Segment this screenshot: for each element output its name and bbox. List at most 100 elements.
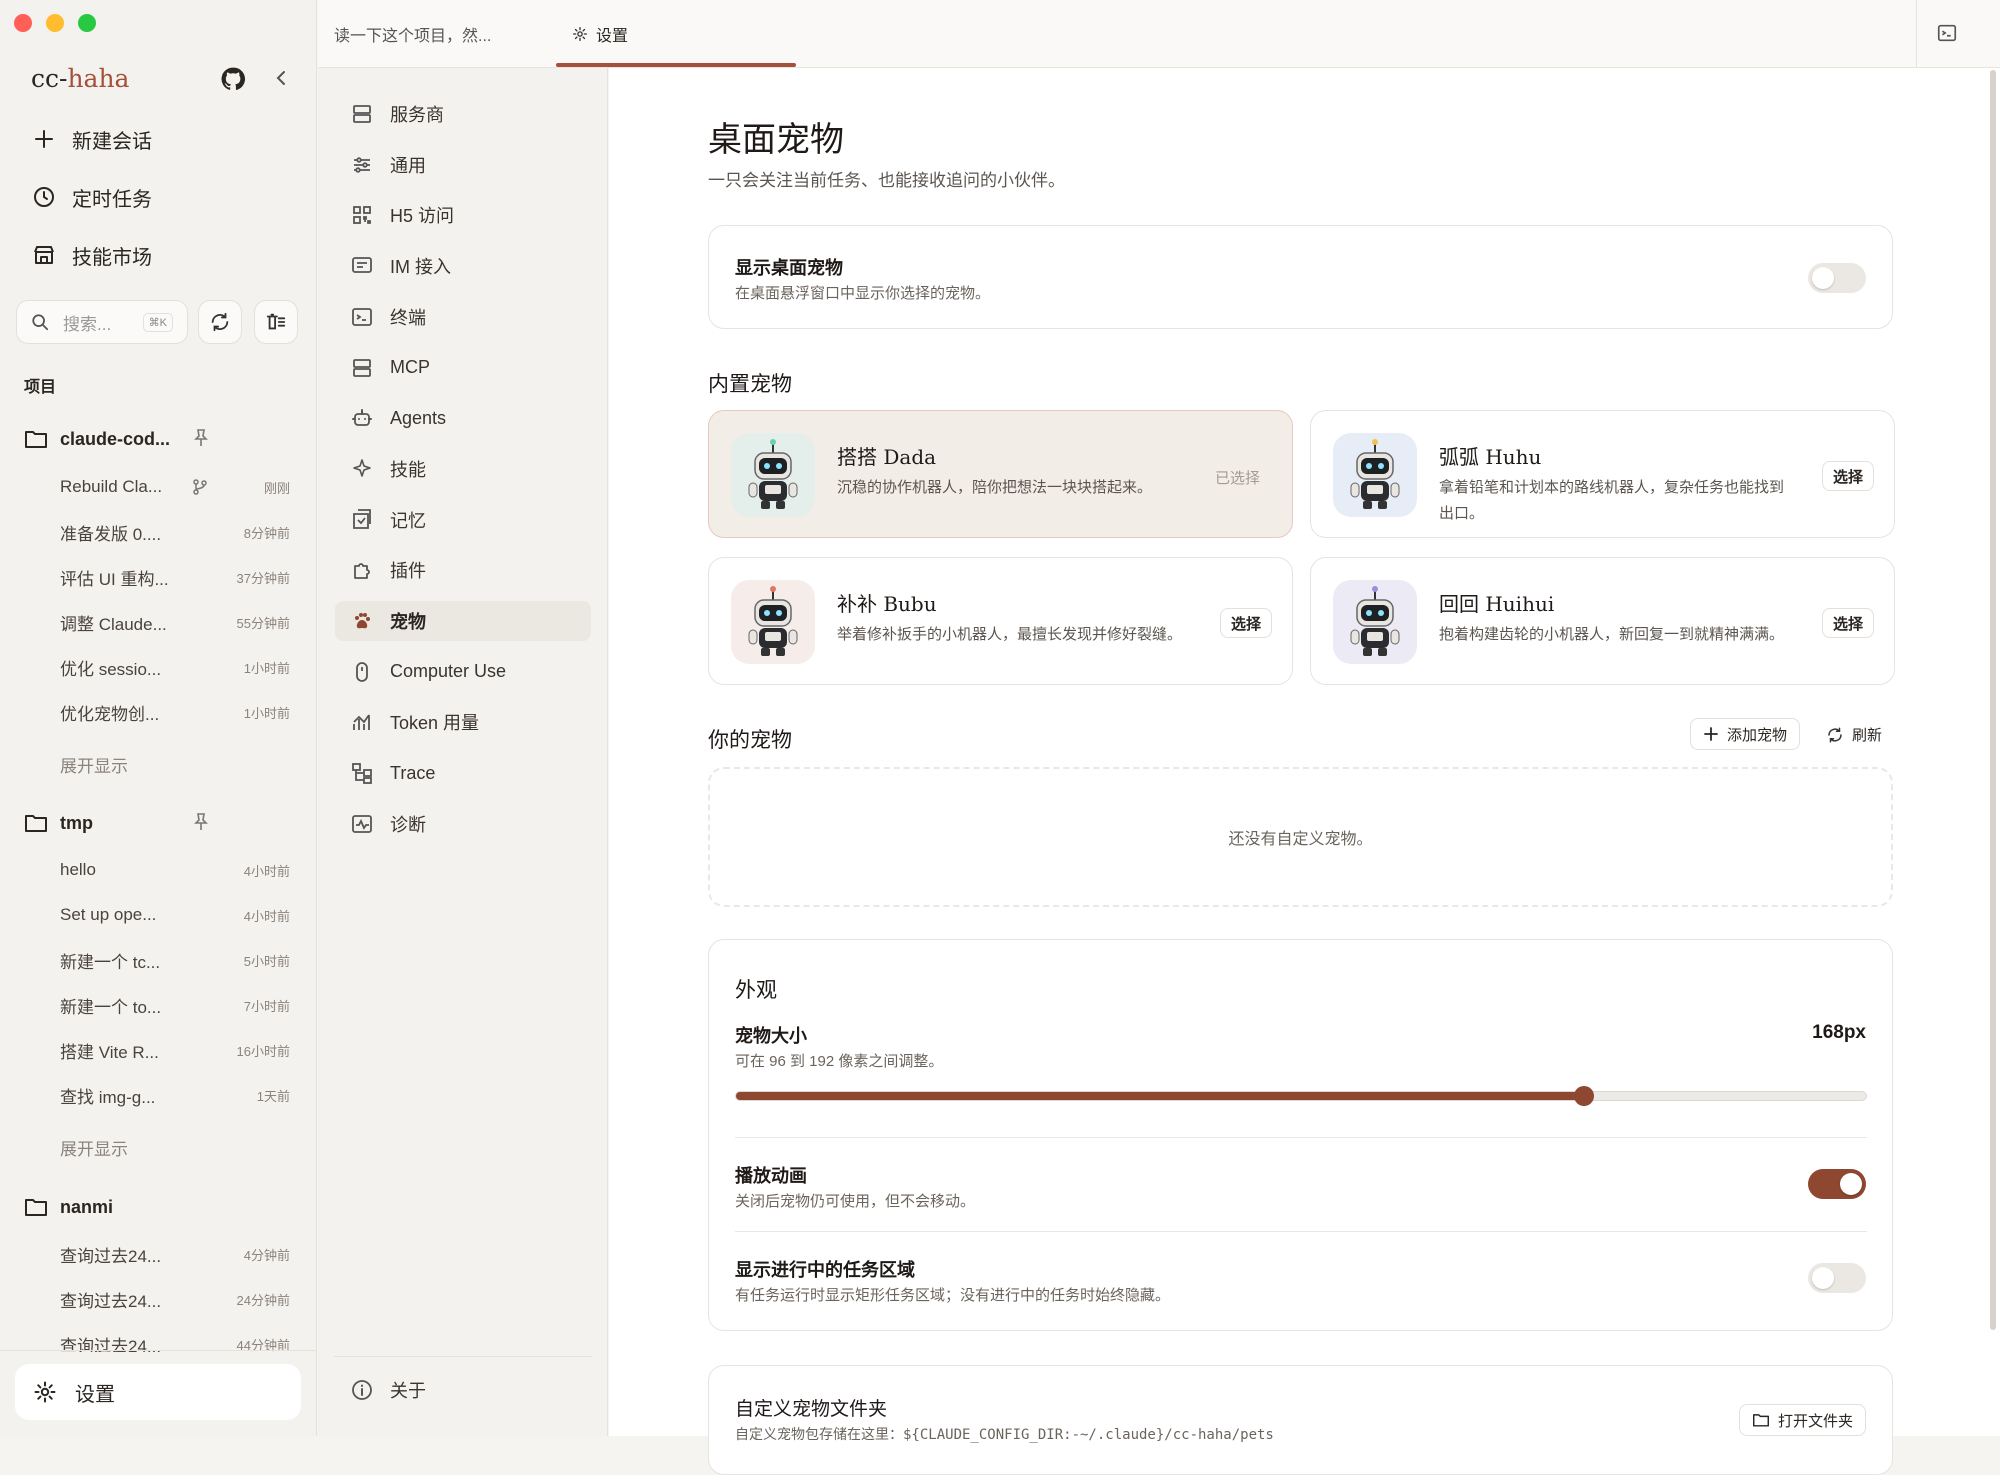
maximize-window-button[interactable]: [78, 14, 96, 32]
session-item[interactable]: 查询过去24... 4分钟前: [60, 1239, 290, 1269]
session-item[interactable]: 优化宠物创... 1小时前: [60, 697, 290, 727]
github-icon[interactable]: [220, 66, 246, 92]
settings-nav-label: 插件: [390, 561, 426, 582]
settings-nav-item[interactable]: 技能: [350, 449, 590, 489]
tab-bar: [318, 0, 2000, 68]
settings-nav-item[interactable]: IM 接入: [350, 246, 590, 286]
about-label: 关于: [390, 1381, 426, 1401]
session-item[interactable]: 新建一个 to... 7小时前: [60, 990, 290, 1020]
session-item[interactable]: 搭建 Vite R... 16小时前: [60, 1035, 290, 1065]
tab-settings[interactable]: 设置: [572, 22, 628, 46]
bot-icon: [352, 409, 372, 427]
memory-icon: [353, 508, 371, 529]
pet-card[interactable]: 补补 Bubu 举着修补扳手的小机器人，最擅长发现并修好裂缝。 选择: [708, 557, 1293, 685]
session-item[interactable]: 新建一个 tc... 5小时前: [60, 945, 290, 975]
nav-label: 技能市场: [72, 246, 152, 269]
expand-more-link[interactable]: 展开显示: [60, 1135, 128, 1160]
collapse-sidebar-icon[interactable]: [272, 68, 292, 88]
project-item[interactable]: claude-cod...: [24, 424, 214, 454]
close-window-button[interactable]: [14, 14, 32, 32]
nav-label: 新建会话: [72, 130, 152, 153]
skill-market-button[interactable]: 技能市场: [32, 238, 152, 272]
scrollbar[interactable]: [1990, 70, 1996, 1330]
project-item[interactable]: tmp: [24, 808, 214, 838]
refresh-button[interactable]: [198, 300, 242, 344]
show-pet-toggle[interactable]: [1808, 263, 1866, 293]
session-item[interactable]: 调整 Claude... 55分钟前: [60, 607, 290, 637]
expand-more-link[interactable]: 展开显示: [60, 752, 128, 777]
refresh-icon: [1828, 727, 1842, 742]
settings-nav-item[interactable]: 终端: [350, 297, 590, 337]
slider-fill: [736, 1092, 1584, 1100]
scheduled-tasks-button[interactable]: 定时任务: [32, 180, 152, 214]
search-icon: [32, 314, 49, 331]
settings-nav-item[interactable]: MCP: [350, 348, 590, 388]
pet-name: 补补 Bubu: [837, 592, 937, 616]
settings-nav-label: 服务商: [390, 105, 444, 125]
settings-nav-item[interactable]: 通用: [350, 145, 590, 185]
search-input[interactable]: 搜索... ⌘K: [16, 300, 188, 344]
settings-nav-about[interactable]: 关于: [350, 1370, 590, 1410]
settings-nav-item[interactable]: Token 用量: [350, 702, 590, 742]
settings-nav-label: Agents: [390, 407, 447, 428]
settings-nav-label: 终端: [390, 307, 426, 328]
open-folder-button[interactable]: 打开文件夹: [1738, 1404, 1866, 1436]
tab-session[interactable]: 读一下这个项目，然...: [334, 22, 491, 46]
session-item[interactable]: Set up ope... 4小时前: [60, 900, 290, 930]
pin-icon[interactable]: [192, 428, 210, 448]
clock-icon: [34, 187, 54, 207]
settings-nav-item[interactable]: 服务商: [350, 94, 590, 134]
project-item[interactable]: nanmi: [24, 1192, 214, 1222]
settings-nav-item[interactable]: 插件: [350, 550, 590, 590]
select-pet-button[interactable]: 选择: [1821, 461, 1874, 491]
pet-card[interactable]: 回回 Huihui 抱着构建齿轮的小机器人，新回复一到就精神满满。 选择: [1310, 557, 1895, 685]
terminal-toggle-icon[interactable]: [1936, 22, 1958, 44]
pet-size-slider[interactable]: [735, 1086, 1867, 1106]
pet-card[interactable]: 搭搭 Dada 沉稳的协作机器人，陪你把想法一块块搭起来。 已选择: [708, 410, 1293, 538]
info-icon: [352, 1380, 372, 1400]
add-pet-button[interactable]: 添加宠物: [1690, 718, 1801, 750]
minimize-window-button[interactable]: [46, 14, 64, 32]
folder-heading: 自定义宠物文件夹: [735, 1398, 888, 1420]
settings-nav-item[interactable]: H5 访问: [350, 195, 590, 235]
session-item[interactable]: 查询过去24... 24分钟前: [60, 1284, 290, 1314]
plus-icon: [1704, 727, 1718, 741]
new-session-button[interactable]: 新建会话: [32, 122, 152, 156]
server-icon: [353, 105, 371, 123]
pin-icon[interactable]: [192, 812, 210, 832]
appearance-card: 外观 宠物大小 可在 96 到 192 像素之间调整。 168px 播放动画 关…: [708, 939, 1893, 1331]
session-item[interactable]: hello 4小时前: [60, 855, 290, 885]
pet-name: 回回 Huihui: [1439, 592, 1555, 616]
settings-nav-item[interactable]: 宠物: [335, 601, 591, 641]
select-pet-button[interactable]: 选择: [1821, 608, 1874, 638]
pet-card[interactable]: 弧弧 Huhu 拿着铅笔和计划本的路线机器人，复杂任务也能找到出口。 选择: [1310, 410, 1895, 538]
session-item[interactable]: 评估 UI 重构... 37分钟前: [60, 562, 290, 592]
settings-nav-item[interactable]: Agents: [350, 398, 590, 438]
your-pets-heading: 你的宠物: [708, 728, 792, 752]
refresh-pets-button[interactable]: 刷新: [1826, 724, 1882, 745]
settings-button[interactable]: 设置: [15, 1364, 301, 1420]
show-pet-desc: 在桌面悬浮窗口中显示你选择的宠物。: [735, 285, 991, 302]
settings-nav-item[interactable]: 记忆: [350, 500, 590, 540]
animation-toggle[interactable]: [1808, 1169, 1866, 1199]
session-item[interactable]: Rebuild Cla... 刚刚: [60, 472, 290, 502]
pet-description: 抱着构建齿轮的小机器人，新回复一到就精神满满。: [1439, 626, 1785, 643]
tab-settings-label: 设置: [596, 28, 629, 45]
settings-nav-item[interactable]: Computer Use: [350, 652, 590, 692]
settings-nav-label: Trace: [390, 762, 436, 783]
slider-thumb[interactable]: [1573, 1086, 1594, 1106]
session-item[interactable]: 优化 sessio... 1小时前: [60, 652, 290, 682]
session-item[interactable]: 准备发版 0.... 8分钟前: [60, 517, 290, 547]
settings-label: 设置: [75, 1383, 115, 1406]
session-item[interactable]: 查询过去24... 44分钟前: [60, 1329, 290, 1353]
task-area-toggle[interactable]: [1808, 1263, 1866, 1293]
pet-description: 举着修补扳手的小机器人，最擅长发现并修好裂缝。: [837, 626, 1183, 643]
divider: [735, 1137, 1867, 1138]
batch-delete-button[interactable]: [254, 300, 298, 344]
select-pet-button[interactable]: 选择: [1219, 608, 1272, 638]
settings-nav-item[interactable]: Trace: [350, 753, 590, 793]
session-item[interactable]: 查找 img-g... 1天前: [60, 1080, 290, 1110]
paw-icon: [355, 613, 370, 629]
settings-nav-item[interactable]: 诊断: [350, 804, 590, 844]
session-clip: 查询过去24... 44分钟前: [0, 1318, 317, 1353]
